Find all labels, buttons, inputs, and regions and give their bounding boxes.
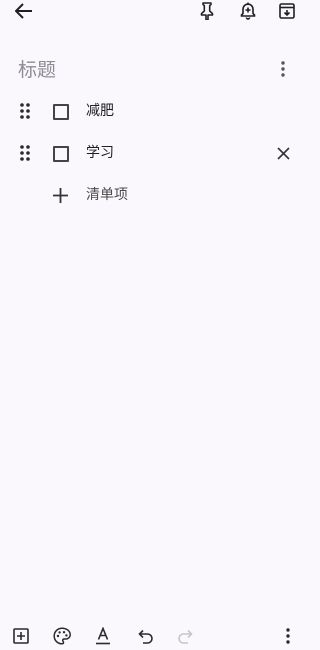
- pin-icon[interactable]: [196, 0, 218, 22]
- drag-handle-icon[interactable]: [17, 144, 33, 162]
- palette-icon[interactable]: [51, 626, 73, 646]
- plus-icon[interactable]: [50, 185, 70, 205]
- add-box-icon[interactable]: [11, 626, 31, 646]
- arrow-left-icon[interactable]: [12, 0, 36, 22]
- archive-icon[interactable]: [276, 0, 298, 22]
- bell-plus-icon[interactable]: [237, 0, 259, 22]
- more-vertical-icon[interactable]: [274, 58, 292, 80]
- text-format-icon[interactable]: [92, 626, 114, 646]
- drag-handle-icon[interactable]: [17, 102, 33, 120]
- item-text[interactable]: 学习: [86, 143, 114, 163]
- top-app-bar: [0, 0, 309, 24]
- bottom-toolbar: [0, 622, 309, 650]
- title-input[interactable]: 标题: [18, 58, 258, 82]
- more-vertical-icon[interactable]: [280, 626, 296, 646]
- close-icon[interactable]: [274, 144, 292, 162]
- add-list-item-button[interactable]: 清单项: [86, 185, 128, 205]
- item-checkbox[interactable]: [53, 146, 69, 162]
- item-text[interactable]: 减肥: [86, 101, 114, 121]
- undo-icon[interactable]: [134, 626, 156, 646]
- redo-icon: [175, 626, 197, 646]
- item-checkbox[interactable]: [53, 104, 69, 120]
- list-item: 减肥: [0, 97, 309, 125]
- list-item: 学习: [0, 139, 309, 167]
